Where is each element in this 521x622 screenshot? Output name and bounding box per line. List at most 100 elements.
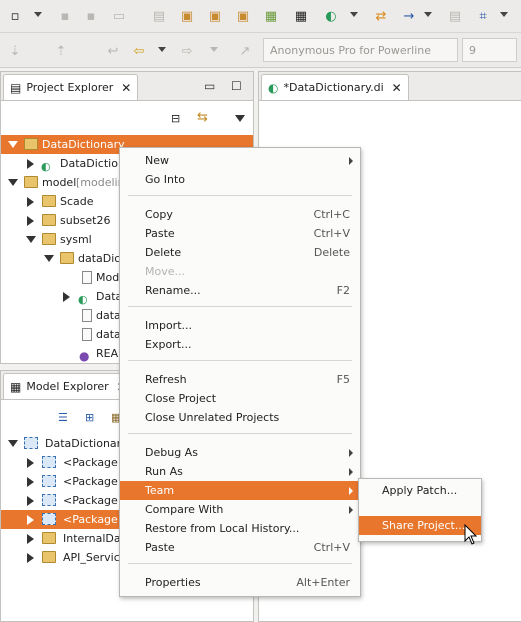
menu-item-share-project[interactable]: Share Project... (359, 516, 481, 535)
close-icon[interactable]: ✕ (392, 81, 402, 95)
papyrus-model-icon: ◐ (78, 293, 88, 306)
package-import-icon (42, 475, 56, 487)
toolbar-icon-5[interactable]: ▦ (262, 7, 280, 25)
menu-item-paste-2[interactable]: Paste Ctrl+V (120, 538, 360, 557)
menu-item-rename[interactable]: Rename... F2 (120, 281, 360, 300)
view-menu-icon[interactable] (235, 115, 245, 122)
font-combo[interactable]: Anonymous Pro for Powerline (263, 38, 458, 62)
tree-icon[interactable]: ⊞ (85, 411, 94, 424)
align-icon-1[interactable]: ⇣ (6, 42, 24, 60)
toolbar-icon-6[interactable]: ▤ (446, 7, 464, 25)
project-folder-icon (24, 176, 38, 188)
font-size-combo[interactable]: 9 (462, 38, 517, 62)
package-icon (42, 532, 56, 544)
toolbar-icon-1[interactable]: ▤ (150, 7, 168, 25)
back-icon[interactable]: ⇦ (130, 42, 148, 60)
menu-item-close-project[interactable]: Close Project (120, 389, 360, 408)
papyrus-dropdown-icon[interactable] (350, 12, 358, 17)
collapse-all-icon[interactable]: ⊟ (171, 112, 180, 125)
menu-separator (128, 563, 352, 564)
save-icon[interactable]: ▪ (56, 7, 74, 25)
arrow-right-icon[interactable]: → (400, 7, 418, 25)
main-toolbar: ▫ ▪ ▪ ▭ ▤ ▣ ▣ ▣ ▦ ▦ ◐ ⇄ → ▤ ⌗ (0, 0, 521, 33)
forward-dropdown-icon[interactable] (210, 47, 218, 52)
menu-item-delete[interactable]: Delete Delete (120, 243, 360, 262)
sync-icon[interactable]: ⇄ (372, 7, 390, 25)
tab-editor[interactable]: ◐ *DataDictionary.di ✕ (261, 74, 409, 100)
grid-icon[interactable]: ⌗ (474, 7, 492, 25)
package-import-icon (42, 494, 56, 506)
papyrus-icon[interactable]: ◐ (322, 7, 340, 25)
file-icon (82, 271, 92, 284)
project-folder-icon (24, 138, 38, 150)
tab-label: *DataDictionary.di (283, 81, 384, 94)
folder-icon: ▤ (10, 80, 22, 95)
menu-item-debug-as[interactable]: Debug As (120, 443, 360, 462)
package-icon (42, 551, 56, 563)
forward-icon[interactable]: ⇨ (178, 42, 196, 60)
menu-item-move: Move... (145, 265, 185, 278)
toolbar-icon-2[interactable]: ▣ (178, 7, 196, 25)
package-import-icon (42, 513, 56, 525)
chevron-right-icon (349, 157, 353, 165)
new-icon[interactable]: ▫ (6, 7, 24, 25)
menu-item-export[interactable]: Export... (120, 335, 360, 354)
chevron-right-icon (349, 506, 353, 514)
chevron-right-icon (349, 449, 353, 457)
back-annotate-icon[interactable]: ↩ (104, 42, 122, 60)
file-icon (82, 309, 92, 322)
menu-item-paste[interactable]: Paste Ctrl+V (120, 224, 360, 243)
menu-separator (128, 360, 352, 361)
file-icon (82, 328, 92, 341)
menu-separator (128, 433, 352, 434)
model-icon (24, 437, 38, 449)
menu-separator (128, 195, 352, 196)
close-icon[interactable]: ✕ (121, 81, 131, 95)
menu-item-import[interactable]: Import... (120, 316, 360, 335)
tab-model-explorer[interactable]: ▦ Model Explorer ✕ (3, 373, 134, 399)
menu-item-run-as[interactable]: Run As (120, 462, 360, 481)
menu-item-new[interactable]: New (120, 151, 360, 170)
tab-label: Model Explorer (26, 380, 109, 393)
save-all-icon[interactable]: ▪ (82, 7, 100, 25)
papyrus-model-icon: ◐ (268, 80, 279, 95)
new-dropdown-icon[interactable] (34, 12, 42, 17)
menu-item-properties[interactable]: Properties Alt+Enter (120, 573, 360, 592)
menu-item-apply-patch[interactable]: Apply Patch... (359, 481, 481, 500)
menu-item-copy[interactable]: Copy Ctrl+C (120, 205, 360, 224)
arrow-dropdown-icon[interactable] (424, 12, 432, 17)
toolbar-icon-4[interactable]: ▣ (234, 7, 252, 25)
menu-item-refresh[interactable]: Refresh F5 (120, 370, 360, 389)
menu-item-restore-history[interactable]: Restore from Local History... (120, 519, 360, 538)
minimize-icon[interactable]: ▭ (204, 79, 215, 93)
menu-item-close-unrelated[interactable]: Close Unrelated Projects (120, 408, 360, 427)
align-icon-2[interactable]: ⇡ (52, 42, 70, 60)
tab-label: Project Explorer (26, 81, 114, 94)
folder-icon (42, 214, 56, 226)
back-dropdown-icon[interactable] (158, 47, 166, 52)
folder-icon (42, 233, 56, 245)
grid-dropdown-icon[interactable] (500, 12, 508, 17)
folder-icon (60, 252, 74, 264)
folder-icon (42, 195, 56, 207)
menu-item-compare-with[interactable]: Compare With (120, 500, 360, 519)
tab-project-explorer[interactable]: ▤ Project Explorer ✕ (3, 74, 139, 100)
maximize-icon[interactable]: ☐ (231, 79, 242, 93)
toolbar-icon-3[interactable]: ▣ (206, 7, 224, 25)
model-explorer-icon: ▦ (10, 379, 22, 394)
papyrus-model-icon: ◐ (41, 160, 51, 173)
mouse-cursor-icon (464, 524, 478, 545)
readme-icon: ● (79, 349, 90, 363)
list-icon[interactable]: ☰ (58, 411, 68, 424)
context-menu: New Go Into Copy Ctrl+C Paste Ctrl+V Delet… (119, 147, 361, 597)
chevron-right-icon (349, 487, 353, 495)
link-editor-icon[interactable]: ⇆ (197, 110, 208, 125)
package-import-icon (42, 456, 56, 468)
table-icon[interactable]: ▦ (292, 7, 310, 25)
menu-item-team[interactable]: Team (120, 481, 360, 500)
print-icon[interactable]: ▭ (110, 7, 128, 25)
external-icon[interactable]: ↗ (236, 42, 254, 60)
menu-item-go-into[interactable]: Go Into (120, 170, 360, 189)
chevron-right-icon (349, 468, 353, 476)
menu-separator (128, 306, 352, 307)
